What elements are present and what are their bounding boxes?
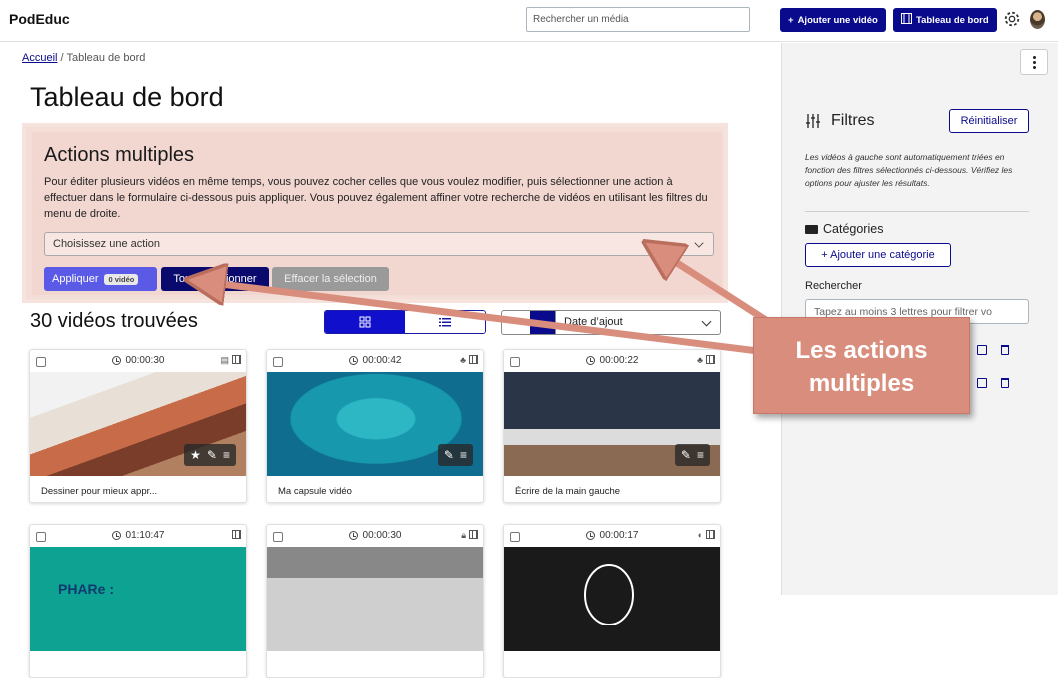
clock-icon <box>585 356 595 365</box>
video-duration: 00:00:17 <box>599 530 639 541</box>
film-icon <box>706 355 715 364</box>
film-icon <box>232 355 241 364</box>
category-row-actions <box>977 378 1009 388</box>
video-card[interactable]: 00:00:30 ▤ ★ ✎ ≡ Dessiner pour mieux app… <box>29 349 247 503</box>
trash-icon[interactable] <box>1001 345 1009 355</box>
video-title[interactable]: Écrire de la main gauche <box>515 486 620 497</box>
category-row-actions <box>977 345 1009 355</box>
menu-icon[interactable]: ≡ <box>697 448 704 462</box>
multiple-actions-inner: Actions multiples Pour éditer plusieurs … <box>32 132 722 295</box>
film-icon <box>232 530 241 539</box>
clock-icon <box>348 356 358 365</box>
selected-count-badge: 0 vidéo <box>104 273 139 285</box>
chevron-down-icon <box>694 238 704 248</box>
edit-icon[interactable]: ✎ <box>207 448 217 462</box>
video-thumbnail[interactable] <box>504 547 720 651</box>
page-title: Tableau de bord <box>30 82 224 112</box>
users-icon: ♣ <box>697 355 703 365</box>
add-category-button[interactable]: + Ajouter une catégorie <box>805 243 951 267</box>
video-title[interactable]: Ma capsule vidéo <box>278 486 352 497</box>
divider <box>805 211 1029 212</box>
thumbnail-drawing <box>584 564 634 625</box>
list-view-button[interactable] <box>405 311 485 333</box>
more-options-button[interactable] <box>1020 49 1048 75</box>
film-icon <box>901 13 912 27</box>
video-duration: 00:00:30 <box>125 355 165 366</box>
video-thumbnail[interactable]: ✎ ≡ <box>504 372 720 476</box>
media-search-input[interactable] <box>526 7 750 32</box>
select-all-button[interactable]: Tout sélectionner <box>161 267 269 291</box>
filters-note: Les vidéos à gauche sont automatiquement… <box>805 152 1013 188</box>
dashboard-button[interactable]: Tableau de bord <box>893 8 997 32</box>
users-icon: ♣ <box>460 355 466 365</box>
video-duration: 00:00:30 <box>362 530 402 541</box>
edit-icon[interactable] <box>977 345 987 355</box>
folder-icon <box>805 224 818 234</box>
card-actions: ✎ ≡ <box>437 444 473 466</box>
video-card[interactable]: 00:00:30 🔒︎ <box>266 524 484 678</box>
results-count: 30 vidéos trouvées <box>30 310 198 332</box>
menu-icon[interactable]: ≡ <box>460 448 467 462</box>
gear-icon[interactable] <box>1003 10 1021 28</box>
video-card[interactable]: 01:10:47 PHARe : <box>29 524 247 678</box>
multiple-actions-panel: Actions multiples Pour éditer plusieurs … <box>22 123 728 303</box>
card-actions: ★ ✎ ≡ <box>184 444 236 466</box>
brand-logo[interactable]: PodEduc <box>9 11 70 27</box>
video-card[interactable]: 00:00:17 ◐ <box>503 524 721 678</box>
actions-title: Actions multiples <box>44 144 195 166</box>
edit-icon[interactable] <box>977 378 987 388</box>
video-duration: 00:00:22 <box>599 355 639 366</box>
video-duration: 00:00:42 <box>362 355 402 366</box>
categories-title: Catégories <box>805 222 883 236</box>
edit-icon[interactable]: ✎ <box>681 448 691 462</box>
sliders-icon <box>806 114 820 128</box>
top-bar: PodEduc + Ajouter une vidéo Tableau de b… <box>0 0 1058 42</box>
video-title[interactable]: Dessiner pour mieux appr... <box>41 486 157 497</box>
add-video-button[interactable]: + Ajouter une vidéo <box>780 8 886 32</box>
chevron-down-icon <box>701 316 712 327</box>
video-thumbnail[interactable]: PHARe : <box>30 547 246 651</box>
callout-annotation: Les actions multiples <box>753 317 970 414</box>
breadcrumb-home-link[interactable]: Accueil <box>22 52 57 64</box>
grid-icon <box>359 316 371 328</box>
edit-icon[interactable]: ✎ <box>444 448 454 462</box>
sort-direction-toggle[interactable] <box>501 310 556 335</box>
video-thumbnail[interactable] <box>267 547 483 651</box>
film-icon <box>469 530 478 539</box>
menu-icon[interactable]: ≡ <box>223 448 230 462</box>
grid-view-button[interactable] <box>325 311 405 333</box>
clock-icon <box>111 356 121 365</box>
clock-icon <box>111 531 121 540</box>
video-duration: 01:10:47 <box>125 530 165 541</box>
breadcrumb: Accueil / Tableau de bord <box>22 52 146 64</box>
view-toggle <box>324 310 486 334</box>
category-search-label: Rechercher <box>805 280 862 292</box>
actions-description: Pour éditer plusieurs vidéos en même tem… <box>44 176 708 220</box>
sort-desc-icon <box>530 311 556 334</box>
sort-select[interactable]: Date d’ajout <box>555 310 721 335</box>
breadcrumb-current: Tableau de bord <box>66 52 146 64</box>
filters-title: Filtres <box>805 112 875 130</box>
video-thumbnail[interactable]: ★ ✎ ≡ <box>30 372 246 476</box>
star-icon[interactable]: ★ <box>190 448 201 462</box>
lock-icon: 🔒︎ <box>461 530 466 540</box>
reset-filters-button[interactable]: Réinitialiser <box>949 109 1029 133</box>
film-icon <box>706 530 715 539</box>
chapters-icon: ▤ <box>220 355 229 365</box>
apply-button[interactable]: Appliquer 0 vidéo <box>44 267 157 291</box>
gamepad-icon: ◐ <box>697 530 703 540</box>
clear-selection-button[interactable]: Effacer la sélection <box>272 267 389 291</box>
video-thumbnail[interactable]: ✎ ≡ <box>267 372 483 476</box>
user-avatar[interactable] <box>1030 10 1045 29</box>
clock-icon <box>585 531 595 540</box>
video-card[interactable]: 00:00:22 ♣ ✎ ≡ Écrire de la main gauche <box>503 349 721 503</box>
trash-icon[interactable] <box>1001 378 1009 388</box>
film-icon <box>469 355 478 364</box>
video-card[interactable]: 00:00:42 ♣ ✎ ≡ Ma capsule vidéo <box>266 349 484 503</box>
clock-icon <box>348 531 358 540</box>
card-actions: ✎ ≡ <box>674 444 710 466</box>
list-icon <box>439 318 451 327</box>
plus-icon: + <box>788 14 794 26</box>
action-select[interactable]: Choisissez une action <box>44 232 714 256</box>
